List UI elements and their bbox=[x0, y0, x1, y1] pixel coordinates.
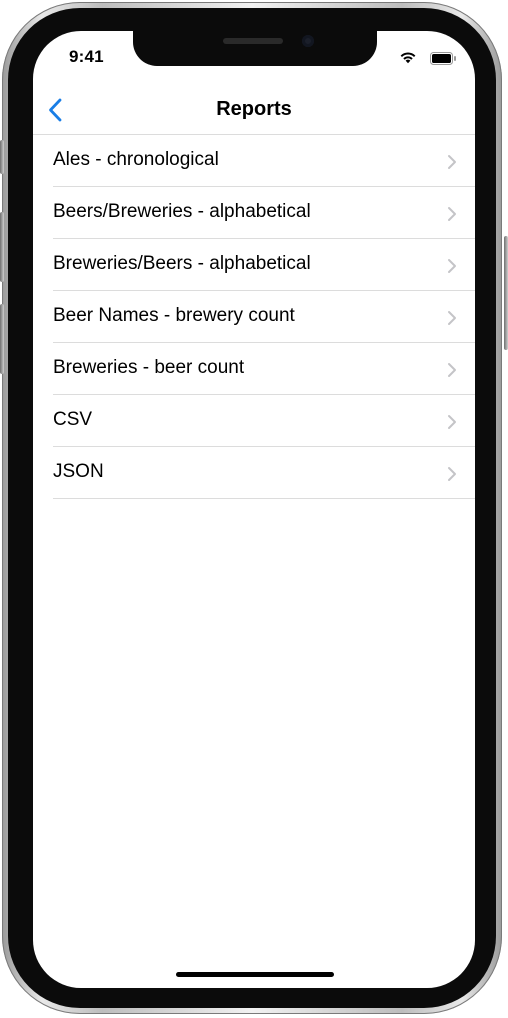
notch bbox=[133, 31, 377, 66]
report-row-breweries-beer-count[interactable]: Breweries - beer count bbox=[33, 343, 475, 395]
report-label: Beers/Breweries - alphabetical bbox=[53, 201, 311, 222]
status-time: 9:41 bbox=[69, 47, 104, 66]
battery-icon bbox=[430, 52, 456, 65]
page-title: Reports bbox=[216, 98, 292, 120]
chevron-right-icon bbox=[448, 155, 456, 169]
report-label: Breweries/Beers - alphabetical bbox=[53, 253, 311, 274]
report-label: Ales - chronological bbox=[53, 149, 219, 170]
report-row-ales-chronological[interactable]: Ales - chronological bbox=[33, 135, 475, 187]
navigation-bar: Reports bbox=[33, 87, 475, 135]
chevron-right-icon bbox=[448, 415, 456, 429]
report-row-beers-breweries[interactable]: Beers/Breweries - alphabetical bbox=[33, 187, 475, 239]
status-icons bbox=[397, 50, 457, 66]
volume-down-button bbox=[0, 304, 4, 374]
report-row-json[interactable]: JSON bbox=[33, 447, 475, 499]
camera-icon bbox=[302, 35, 314, 47]
report-label: Breweries - beer count bbox=[53, 357, 245, 378]
row-separator bbox=[53, 498, 475, 499]
chevron-right-icon bbox=[448, 207, 456, 221]
report-label: CSV bbox=[53, 409, 93, 430]
chevron-right-icon bbox=[448, 259, 456, 273]
report-row-breweries-beers[interactable]: Breweries/Beers - alphabetical bbox=[33, 239, 475, 291]
report-row-csv[interactable]: CSV bbox=[33, 395, 475, 447]
speaker-grille bbox=[223, 38, 283, 44]
screen: 9:41 Reports Ales - chronological Beers/… bbox=[33, 31, 475, 988]
volume-up-button bbox=[0, 212, 4, 282]
chevron-right-icon bbox=[448, 467, 456, 481]
silent-switch bbox=[0, 140, 4, 174]
report-row-beer-names[interactable]: Beer Names - brewery count bbox=[33, 291, 475, 343]
report-label: Beer Names - brewery count bbox=[53, 305, 295, 326]
report-list: Ales - chronological Beers/Breweries - a… bbox=[33, 135, 475, 499]
chevron-right-icon bbox=[448, 311, 456, 325]
chevron-right-icon bbox=[448, 363, 456, 377]
home-indicator[interactable] bbox=[176, 972, 334, 977]
wifi-icon bbox=[400, 52, 416, 64]
power-button bbox=[504, 236, 508, 350]
report-label: JSON bbox=[53, 461, 104, 482]
